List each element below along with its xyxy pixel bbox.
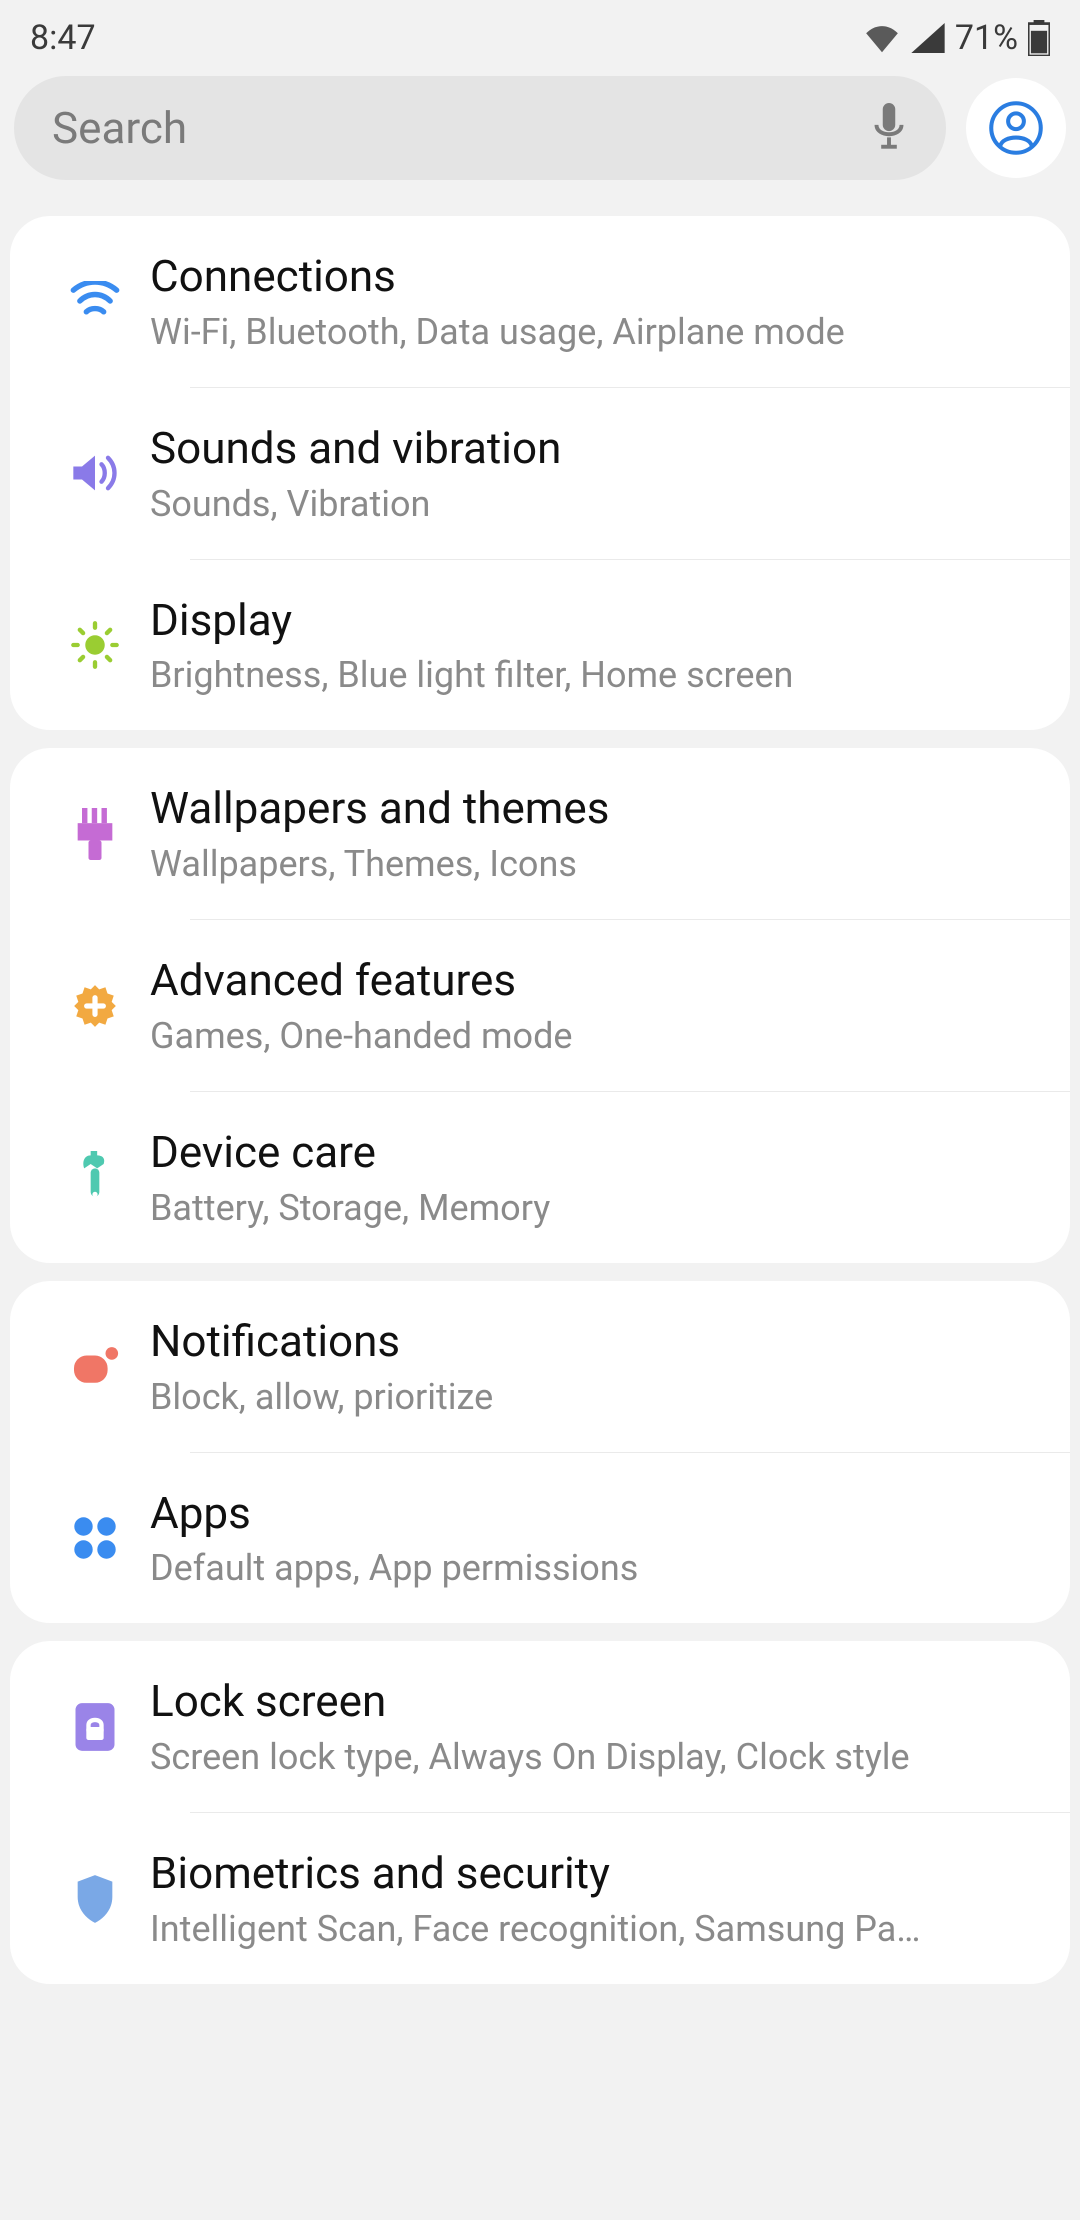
signal-status-icon — [911, 23, 945, 53]
battery-icon — [1028, 20, 1050, 56]
lock-icon — [40, 1701, 150, 1753]
settings-item-advanced[interactable]: Advanced features Games, One-handed mode — [10, 920, 1070, 1091]
settings-item-title: Biometrics and security — [150, 1847, 1040, 1900]
sound-icon — [40, 451, 150, 495]
settings-item-wallpapers[interactable]: Wallpapers and themes Wallpapers, Themes,… — [10, 748, 1070, 919]
wifi-status-icon — [863, 23, 901, 53]
settings-item-text: Sounds and vibration Sounds, Vibration — [150, 422, 1040, 525]
settings-item-devicecare[interactable]: Device care Battery, Storage, Memory — [10, 1092, 1070, 1263]
settings-item-title: Notifications — [150, 1315, 1040, 1368]
settings-item-title: Device care — [150, 1126, 1040, 1179]
settings-item-biometrics[interactable]: Biometrics and security Intelligent Scan,… — [10, 1813, 1070, 1984]
settings-item-subtitle: Sounds, Vibration — [150, 483, 1040, 525]
settings-item-sounds[interactable]: Sounds and vibration Sounds, Vibration — [10, 388, 1070, 559]
settings-item-title: Wallpapers and themes — [150, 782, 1040, 835]
wrench-icon — [40, 1151, 150, 1203]
settings-item-title: Sounds and vibration — [150, 422, 1040, 475]
brush-icon — [40, 808, 150, 860]
mic-icon[interactable] — [870, 103, 908, 153]
settings-item-title: Connections — [150, 250, 1040, 303]
settings-group: Notifications Block, allow, prioritize App… — [10, 1281, 1070, 1624]
search-row: Search — [0, 68, 1080, 198]
settings-group: Connections Wi-Fi, Bluetooth, Data usage,… — [10, 216, 1070, 730]
settings-group: Lock screen Screen lock type, Always On D… — [10, 1641, 1070, 1984]
settings-item-subtitle: Games, One-handed mode — [150, 1015, 1040, 1057]
settings-item-apps[interactable]: Apps Default apps, App permissions — [10, 1453, 1070, 1624]
settings-item-subtitle: Brightness, Blue light filter, Home scre… — [150, 654, 1040, 696]
settings-item-title: Display — [150, 594, 1040, 647]
settings-item-subtitle: Wallpapers, Themes, Icons — [150, 843, 1040, 885]
settings-item-text: Apps Default apps, App permissions — [150, 1487, 1040, 1590]
apps-icon — [40, 1515, 150, 1561]
settings-item-subtitle: Screen lock type, Always On Display, Clo… — [150, 1736, 1040, 1778]
brightness-icon — [40, 619, 150, 671]
settings-item-text: Lock screen Screen lock type, Always On D… — [150, 1675, 1040, 1778]
search-input[interactable]: Search — [14, 76, 946, 180]
settings-item-notifications[interactable]: Notifications Block, allow, prioritize — [10, 1281, 1070, 1452]
status-time: 8:47 — [30, 18, 96, 58]
status-bar: 8:47 71% — [0, 0, 1080, 68]
settings-item-text: Connections Wi-Fi, Bluetooth, Data usage,… — [150, 250, 1040, 353]
settings-item-subtitle: Battery, Storage, Memory — [150, 1187, 1040, 1229]
settings-item-title: Apps — [150, 1487, 1040, 1540]
settings-item-display[interactable]: Display Brightness, Blue light filter, Ho… — [10, 560, 1070, 731]
notification-icon — [40, 1345, 150, 1387]
settings-item-text: Display Brightness, Blue light filter, Ho… — [150, 594, 1040, 697]
settings-item-title: Advanced features — [150, 954, 1040, 1007]
settings-item-text: Notifications Block, allow, prioritize — [150, 1315, 1040, 1418]
settings-item-subtitle: Default apps, App permissions — [150, 1547, 1040, 1589]
settings-group: Wallpapers and themes Wallpapers, Themes,… — [10, 748, 1070, 1262]
settings-item-subtitle: Block, allow, prioritize — [150, 1376, 1040, 1418]
settings-item-subtitle: Wi-Fi, Bluetooth, Data usage, Airplane m… — [150, 311, 1040, 353]
settings-item-lockscreen[interactable]: Lock screen Screen lock type, Always On D… — [10, 1641, 1070, 1812]
settings-item-title: Lock screen — [150, 1675, 1040, 1728]
shield-icon — [40, 1873, 150, 1925]
profile-button[interactable] — [966, 78, 1066, 178]
settings-item-text: Biometrics and security Intelligent Scan,… — [150, 1847, 1040, 1950]
settings-item-text: Device care Battery, Storage, Memory — [150, 1126, 1040, 1229]
settings-item-subtitle: Intelligent Scan, Face recognition, Sams… — [150, 1908, 1040, 1950]
settings-item-text: Advanced features Games, One-handed mode — [150, 954, 1040, 1057]
battery-percent: 71% — [955, 18, 1018, 58]
search-placeholder: Search — [52, 102, 187, 154]
status-right: 71% — [863, 18, 1050, 58]
settings-item-connections[interactable]: Connections Wi-Fi, Bluetooth, Data usage,… — [10, 216, 1070, 387]
settings-item-text: Wallpapers and themes Wallpapers, Themes,… — [150, 782, 1040, 885]
gear-plus-icon — [40, 981, 150, 1031]
wifi-icon — [40, 281, 150, 321]
